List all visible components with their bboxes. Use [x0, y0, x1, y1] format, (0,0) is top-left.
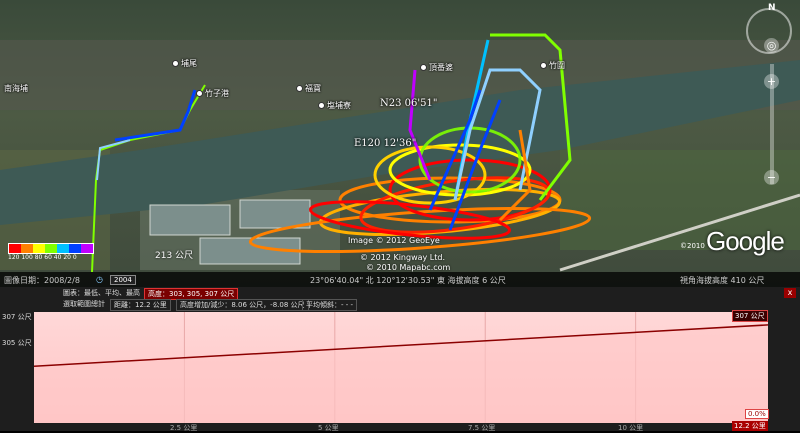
distance-summary[interactable]: 距離：12.2 公里 [110, 299, 171, 311]
place-label: 竹圍 [540, 60, 565, 71]
y-axis-tick: 307 公尺 [2, 313, 32, 321]
look-joystick-icon[interactable]: ◎ [764, 38, 779, 53]
current-slope-tag: 0.0% [745, 409, 769, 419]
copyright: ©2010 [680, 242, 705, 250]
place-label: 南海埔 [4, 84, 28, 93]
imagery-date: 圖像日期：2008/2/8 [4, 276, 80, 285]
legend-color-bar [8, 243, 94, 254]
selection-total-label: 選取範圍總計 [63, 300, 105, 308]
zoom-in-icon[interactable]: + [764, 74, 779, 89]
scale-label: 213 公尺 [155, 251, 194, 261]
image-credit: Image © 2012 GeoEye [348, 236, 440, 245]
longitude-label: E120 12'36" [354, 138, 417, 149]
place-label: 福寶 [296, 83, 321, 94]
y-axis-tick: 305 公尺 [2, 339, 32, 347]
image-credit: © 2010 Mapabc.com [366, 263, 451, 272]
profile-selection-row: 選取範圍總計 距離：12.2 公里 高度增加/減少：8.06 公尺，-8.08 … [0, 299, 800, 311]
cursor-position: 23°06'40.04" 北 120°12'30.53" 東 海拔高度 6 公尺 [310, 276, 506, 285]
chart-range-label: 圖表：最低、平均、最高 [63, 289, 140, 297]
latitude-label: N23 06'51" [380, 98, 438, 109]
google-logo: Google [706, 226, 785, 256]
x-axis-tick: 2.5 公里 [170, 424, 198, 432]
elevation-gain-summary[interactable]: 高度增加/減少：8.06 公尺，-8.08 公尺 [176, 299, 309, 311]
x-axis-tick: 7.5 公里 [468, 424, 496, 432]
place-label: 塩埔寮 [318, 100, 351, 111]
place-label: 頂番婆 [420, 62, 453, 73]
map-view[interactable]: 南海埔 埔尾 竹子港 福寶 塩埔寮 頂番婆 竹圍 N23 06'51" E120… [0, 0, 800, 287]
profile-summary-row: 圖表：最低、平均、最高 高度：303, 305, 307 公尺 [0, 288, 800, 300]
average-slope-summary[interactable]: 平均傾斜：- - - [302, 299, 358, 311]
current-distance-tag: 12.2 公里 [732, 421, 768, 431]
speed-legend: 120 100 80 60 40 20 0 [8, 243, 94, 261]
elevation-profile-panel: 圖表：最低、平均、最高 高度：303, 305, 307 公尺 選取範圍總計 距… [0, 287, 800, 431]
legend-ticks: 120 100 80 60 40 20 0 [8, 254, 77, 261]
elevation-chart[interactable] [34, 312, 768, 423]
place-label: 埔尾 [172, 58, 197, 69]
north-indicator: N [768, 3, 776, 13]
x-axis-tick: 5 公里 [318, 424, 339, 432]
x-axis-tick: 10 公里 [618, 424, 644, 432]
historical-year-badge[interactable]: 2004 [110, 275, 136, 285]
place-label: 竹子港 [196, 88, 229, 99]
elevation-area [34, 324, 768, 423]
eye-altitude: 視角海拔高度 410 公尺 [680, 276, 765, 285]
zoom-out-icon[interactable]: − [764, 170, 779, 185]
history-clock-icon[interactable]: ◷ [96, 275, 103, 284]
image-credit: © 2012 Kingway Ltd. [360, 253, 445, 262]
elevation-chart-svg [34, 312, 768, 423]
current-elevation-tag: 307 公尺 [732, 310, 768, 322]
close-profile-button[interactable]: x [784, 288, 796, 298]
